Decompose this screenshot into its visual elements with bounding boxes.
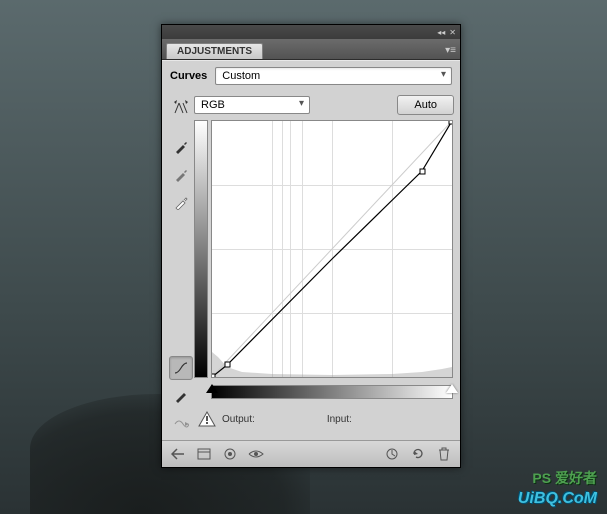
eyedropper-gray[interactable] xyxy=(169,163,193,187)
eyedropper-gray-icon xyxy=(174,168,188,182)
graph-column: RGB Auto xyxy=(194,95,454,436)
main-row: RGB Auto xyxy=(162,91,460,440)
eyedropper-black[interactable] xyxy=(169,135,193,159)
input-gradient[interactable] xyxy=(211,385,453,399)
smooth-icon xyxy=(173,416,189,432)
output-label: Output: xyxy=(222,414,255,425)
targeted-adjustment-tool[interactable] xyxy=(169,95,193,119)
panel-body: Curves Custom xyxy=(162,60,460,467)
smooth-button[interactable] xyxy=(169,412,193,436)
clip-to-layer-button[interactable] xyxy=(220,445,240,463)
pencil-mode-icon xyxy=(174,389,188,403)
auto-button[interactable]: Auto xyxy=(397,95,454,115)
eyedropper-white[interactable] xyxy=(169,191,193,215)
panel-footer xyxy=(162,440,460,467)
prev-state-icon xyxy=(385,447,399,461)
white-point-slider[interactable] xyxy=(446,384,458,393)
auto-label: Auto xyxy=(414,99,437,111)
close-icon[interactable]: ✕ xyxy=(449,28,456,37)
eyedropper-black-icon xyxy=(174,140,188,154)
delete-button[interactable] xyxy=(434,445,454,463)
preset-row: Curves Custom xyxy=(162,61,460,91)
targeted-adjustment-icon xyxy=(173,99,189,115)
clip-warning-icon[interactable] xyxy=(198,410,216,428)
eye-icon xyxy=(248,448,264,460)
preset-dropdown[interactable]: Custom xyxy=(215,67,452,85)
eyedropper-white-icon xyxy=(174,196,188,210)
channel-dropdown[interactable]: RGB xyxy=(194,96,310,114)
input-gradient-row xyxy=(194,385,454,399)
output-input-row: Output: Input: xyxy=(194,404,454,436)
graph-wrap xyxy=(194,120,454,378)
black-point-slider[interactable] xyxy=(206,384,218,393)
curve-mode-icon xyxy=(173,360,189,376)
visibility-button[interactable] xyxy=(246,445,266,463)
curves-graph[interactable] xyxy=(211,120,453,378)
preset-label: Curves xyxy=(170,70,207,82)
reset-icon xyxy=(411,447,425,461)
back-arrow-icon xyxy=(171,448,185,460)
preset-value: Custom xyxy=(222,70,260,82)
output-gradient xyxy=(194,120,208,378)
panel-menu-icon[interactable]: ▾≡ xyxy=(445,45,456,59)
panel-titlebar: ◂◂ ✕ xyxy=(162,25,460,39)
prev-state-button[interactable] xyxy=(382,445,402,463)
back-button[interactable] xyxy=(168,445,188,463)
pencil-mode-button[interactable] xyxy=(169,384,193,408)
input-label: Input: xyxy=(327,414,352,425)
collapse-icon[interactable]: ◂◂ xyxy=(437,28,445,37)
tool-column xyxy=(168,95,194,436)
watermark-line2: UiBQ.CoM xyxy=(518,490,597,508)
tab-row: ADJUSTMENTS ▾≡ xyxy=(162,39,460,60)
channel-value: RGB xyxy=(201,99,225,111)
tab-label: ADJUSTMENTS xyxy=(177,46,252,57)
adjustments-panel: ◂◂ ✕ ADJUSTMENTS ▾≡ Curves Custom xyxy=(161,24,461,468)
watermark-line1: PS 爱好者 xyxy=(532,468,597,488)
expand-view-button[interactable] xyxy=(194,445,214,463)
reset-button[interactable] xyxy=(408,445,428,463)
channel-row: RGB Auto xyxy=(194,95,454,115)
trash-icon xyxy=(438,447,450,461)
clip-icon xyxy=(223,447,237,461)
curve-svg xyxy=(212,121,452,377)
curve-mode-button[interactable] xyxy=(169,356,193,380)
expand-icon xyxy=(197,448,211,460)
tab-adjustments[interactable]: ADJUSTMENTS xyxy=(166,43,263,59)
